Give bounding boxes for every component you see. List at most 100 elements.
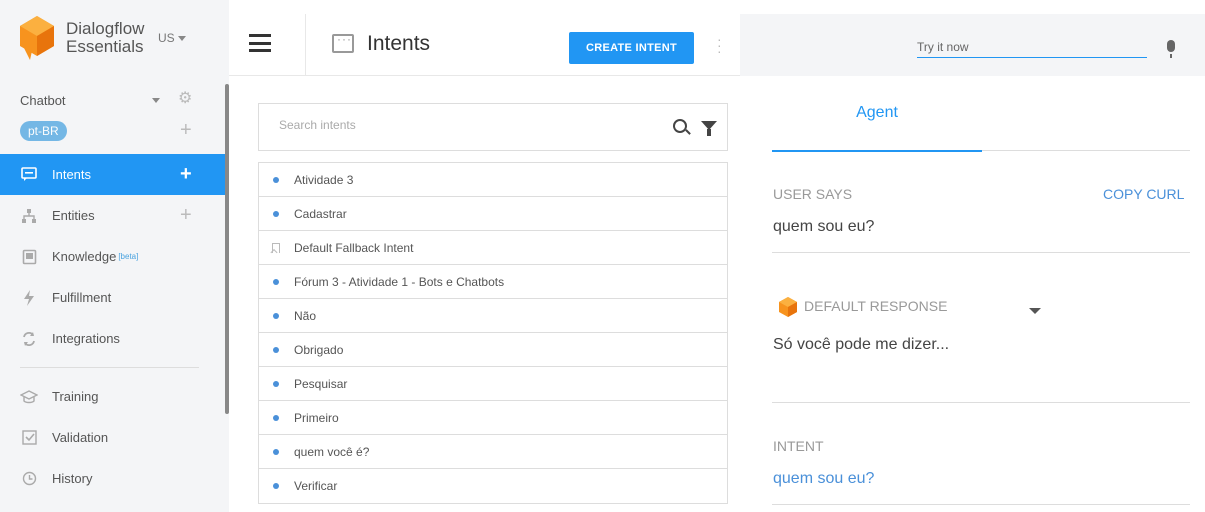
more-vert-icon[interactable]: · · ·	[717, 32, 722, 58]
chevron-down-icon[interactable]	[1029, 308, 1041, 314]
sidebar: Dialogflow Essentials US Chatbot ⚙ pt-BR…	[0, 0, 229, 512]
intent-name: quem você é?	[294, 444, 370, 459]
region-selector[interactable]: US	[158, 31, 186, 45]
intent-list-item[interactable]: Obrigado	[259, 333, 727, 367]
chat-icon	[20, 166, 38, 184]
copy-curl-link[interactable]: COPY CURL	[1103, 186, 1184, 202]
search-icon[interactable]	[673, 119, 687, 133]
training-icon	[20, 388, 38, 406]
status-dot-icon	[273, 210, 279, 217]
search-intents-box	[258, 103, 728, 151]
intent-list: Atividade 3 Cadastrar Default Fallback Int…	[258, 162, 728, 504]
intent-name: Verificar	[294, 479, 338, 493]
sidebar-item-label: Intents	[52, 167, 92, 182]
chevron-down-icon	[177, 35, 186, 41]
user-says-value: quem sou eu?	[773, 218, 875, 235]
matched-intent-link[interactable]: quem sou eu?	[773, 470, 874, 488]
tab-underline	[982, 150, 1190, 151]
status-dot-icon	[273, 414, 279, 421]
status-dot-icon	[273, 176, 279, 183]
validation-icon	[20, 429, 38, 447]
intent-name: Atividade 3	[294, 172, 354, 187]
create-intent-button[interactable]: CREATE INTENT	[569, 32, 694, 64]
intent-list-item[interactable]: Primeiro	[259, 401, 727, 435]
section-divider	[772, 504, 1190, 505]
dialogflow-logo-icon	[779, 297, 797, 317]
try-it-input[interactable]	[917, 36, 1147, 58]
intent-name: Default Fallback Intent	[294, 240, 414, 255]
user-says-label: USER SAYS	[773, 186, 853, 202]
intent-name: Obrigado	[294, 342, 344, 357]
sidebar-item-intents[interactable]: Intents +	[0, 154, 229, 195]
intent-list-item[interactable]: Atividade 3	[259, 163, 727, 197]
status-dot-icon	[273, 312, 279, 319]
intent-list-item[interactable]: Não	[259, 299, 727, 333]
brand: Dialogflow Essentials US	[0, 0, 229, 76]
microphone-icon[interactable]	[1167, 40, 1175, 58]
status-dot-icon	[273, 483, 279, 489]
add-language-icon[interactable]: +	[180, 120, 192, 140]
gear-icon[interactable]: ⚙	[178, 91, 194, 107]
sidebar-item-knowledge[interactable]: Knowledge [beta]	[0, 236, 229, 277]
entities-icon	[20, 207, 38, 225]
knowledge-icon	[20, 248, 38, 266]
status-dot-icon	[273, 380, 279, 387]
agent-selector[interactable]: Chatbot ⚙	[0, 86, 229, 114]
sidebar-item-label: History	[52, 471, 93, 486]
language-row: pt-BR +	[0, 114, 229, 148]
sidebar-item-label: Integrations	[52, 331, 120, 346]
region-label: US	[158, 31, 175, 45]
filter-icon[interactable]	[701, 121, 717, 136]
intent-list-item[interactable]: Fórum 3 - Atividade 1 - Bots e Chatbots	[259, 265, 727, 299]
beta-badge: [beta]	[118, 252, 139, 261]
dialogflow-logo-icon	[20, 16, 54, 60]
integrations-icon	[20, 330, 38, 348]
add-intent-icon[interactable]: +	[180, 164, 192, 184]
brand-name: Dialogflow Essentials	[66, 20, 146, 56]
intent-label: INTENT	[773, 438, 824, 454]
try-it-bar	[740, 14, 1205, 76]
intent-list-item[interactable]: Default Fallback Intent	[259, 231, 727, 265]
sidebar-scrollbar[interactable]	[225, 84, 229, 414]
status-dot-icon	[273, 346, 279, 353]
search-input[interactable]	[279, 118, 659, 132]
sidebar-item-label: Knowledge	[52, 249, 117, 264]
test-console: Agent USER SAYS COPY CURL quem sou eu? D…	[740, 0, 1205, 512]
sidebar-item-validation[interactable]: Validation	[0, 417, 229, 458]
main-header: Intents CREATE INTENT ···	[229, 14, 740, 76]
status-dot-icon	[273, 448, 279, 455]
intents-chat-icon	[332, 32, 354, 53]
sidebar-item-label: Entities	[52, 208, 95, 223]
sidebar-item-history[interactable]: History	[0, 458, 229, 499]
intent-name: Fórum 3 - Atividade 1 - Bots e Chatbots	[294, 274, 505, 289]
default-response-value: Só você pode me dizer...	[773, 336, 950, 353]
sidebar-nav: Intents + Entities + Knowledge [beta] Fu…	[0, 154, 229, 499]
hamburger-menu-icon[interactable]	[249, 34, 271, 52]
sidebar-item-label: Validation	[52, 430, 109, 445]
sidebar-item-training[interactable]: Training	[0, 376, 229, 417]
nav-divider	[20, 367, 199, 368]
bolt-icon	[20, 289, 38, 307]
agent-name: Chatbot	[20, 92, 66, 108]
tab-agent[interactable]: Agent	[772, 76, 982, 152]
sidebar-item-integrations[interactable]: Integrations	[0, 318, 229, 359]
intent-list-item[interactable]: quem você é?	[259, 435, 727, 469]
intent-list-item[interactable]: Cadastrar	[259, 197, 727, 231]
intent-list-item[interactable]: Pesquisar	[259, 367, 727, 401]
history-icon	[20, 470, 38, 488]
brand-line2: Essentials	[66, 37, 144, 56]
chevron-down-icon	[152, 98, 160, 103]
section-divider	[772, 402, 1190, 403]
header-divider	[305, 14, 306, 76]
sidebar-item-entities[interactable]: Entities +	[0, 195, 229, 236]
sidebar-item-fulfillment[interactable]: Fulfillment	[0, 277, 229, 318]
add-entity-icon[interactable]: +	[180, 205, 192, 225]
intent-name: Primeiro	[294, 410, 339, 425]
dialogflow-app: Dialogflow Essentials US Chatbot ⚙ pt-BR…	[0, 0, 1205, 512]
section-divider	[772, 252, 1190, 253]
language-chip[interactable]: pt-BR	[20, 121, 67, 141]
sidebar-item-label: Training	[52, 389, 99, 404]
intent-list-item[interactable]: Verificar	[259, 469, 727, 503]
intent-name: Não	[294, 308, 317, 323]
status-dot-icon	[273, 278, 279, 285]
